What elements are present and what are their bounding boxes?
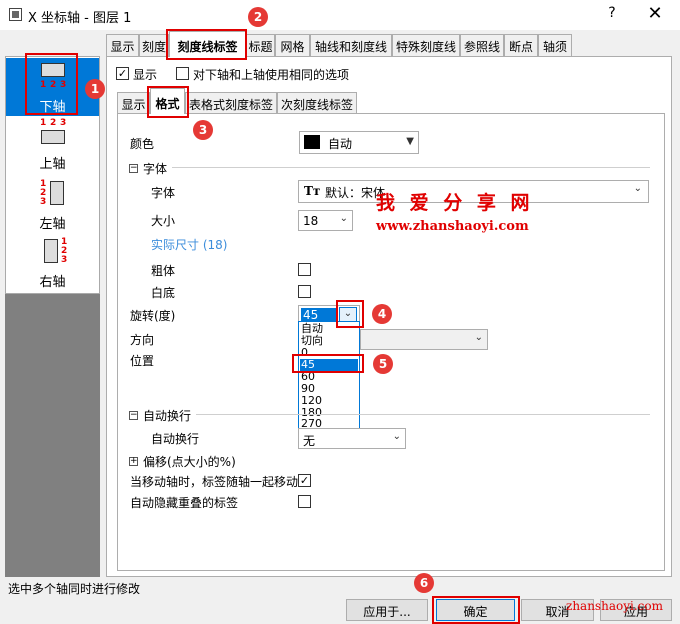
- font-label: 字体: [151, 186, 176, 200]
- move-with-axis-label: 当移动轴时，标签随轴一起移动: [130, 475, 299, 489]
- axis-item-right[interactable]: 1 2 3 右轴: [6, 235, 99, 293]
- tab-axis-line-ticks[interactable]: 轴线和刻度线: [310, 34, 392, 56]
- callout-2: 2: [248, 7, 268, 27]
- tab-grid[interactable]: 网格: [275, 34, 310, 56]
- axis-list-empty-area: [5, 294, 100, 577]
- axis-digit: 1: [40, 118, 47, 128]
- tab-title[interactable]: 标题: [246, 34, 275, 56]
- truetype-icon: Tт: [304, 184, 321, 198]
- tab-reference-lines[interactable]: 参照线: [460, 34, 504, 56]
- direction-label: 方向: [130, 333, 155, 347]
- watermark-url-small: zhanshaoyi.com: [566, 599, 663, 613]
- status-text: 选中多个轴同时进行修改: [8, 582, 141, 596]
- callout-6: 6: [414, 573, 434, 593]
- tab-breaks[interactable]: 断点: [504, 34, 538, 56]
- hide-overlap-checkbox[interactable]: [298, 495, 311, 508]
- highlight-bottom-axis: [25, 53, 78, 115]
- show-label: 显示: [133, 68, 158, 82]
- actual-size-text: 实际尺寸 (18): [151, 238, 228, 252]
- tab-scale[interactable]: 刻度: [139, 34, 169, 56]
- offset-group-label: 偏移(点大小的%): [143, 455, 236, 469]
- axis-item-label: 上轴: [39, 157, 66, 172]
- close-button[interactable]: ✕: [646, 3, 664, 24]
- watermark-url: www.zhanshaoyi.com: [376, 219, 529, 234]
- watermark-title: 我 爱 分 享 网: [376, 192, 534, 214]
- collapse-icon[interactable]: −: [129, 411, 138, 420]
- axis-digit: 3: [61, 255, 68, 265]
- hide-overlap-label: 自动隐藏重叠的标签: [130, 496, 239, 510]
- highlight-tick-labels-tab: [166, 29, 247, 60]
- color-label: 颜色: [130, 137, 155, 151]
- tab-special-ticks[interactable]: 特殊刻度线: [392, 34, 460, 56]
- size-combo[interactable]: 18 ⌄: [298, 210, 353, 231]
- highlight-ok-button: [432, 596, 520, 624]
- tab-rug[interactable]: 轴须: [538, 34, 572, 56]
- subtab-table-labels[interactable]: 表格式刻度标签: [185, 92, 277, 113]
- axis-digit: 3: [60, 118, 67, 128]
- collapse-icon[interactable]: −: [129, 164, 138, 173]
- color-swatch: [304, 135, 320, 149]
- wrap-value: 无: [303, 434, 316, 448]
- white-bg-checkbox[interactable]: [298, 285, 311, 298]
- subtab-minor-labels[interactable]: 次刻度线标签: [277, 92, 357, 113]
- highlight-rotation-dropdown: [336, 300, 364, 328]
- chevron-down-icon: ⌄: [392, 431, 401, 442]
- axis-digit: 2: [50, 118, 57, 128]
- tab-display[interactable]: 显示: [106, 34, 139, 56]
- app-icon: [9, 8, 22, 21]
- expand-icon[interactable]: +: [129, 457, 138, 466]
- callout-3: 3: [193, 120, 213, 140]
- white-bg-label: 白底: [151, 286, 176, 300]
- show-checkbox[interactable]: ✓: [116, 67, 129, 80]
- wrap-label: 自动换行: [151, 432, 200, 446]
- axis-item-left[interactable]: 1 2 3 左轴: [6, 177, 99, 235]
- dropdown-arrow-icon: ▼: [406, 136, 414, 147]
- rotation-option[interactable]: 切向: [300, 335, 358, 347]
- rotation-dropdown-list: 自动 切向 0 45 60 90 120 180 270: [298, 321, 360, 430]
- help-button[interactable]: ?: [604, 5, 620, 21]
- window-title: X 坐标轴 - 图层 1: [28, 11, 132, 26]
- group-divider: [172, 167, 650, 168]
- color-value: 自动: [328, 137, 353, 151]
- subtab-display[interactable]: 显示: [117, 92, 150, 113]
- axis-item-label: 左轴: [39, 217, 66, 232]
- apply-to-button[interactable]: 应用于...: [346, 599, 428, 621]
- same-options-label: 对下轴和上轴使用相同的选项: [193, 68, 350, 82]
- axis-digit: 3: [40, 197, 47, 207]
- bold-label: 粗体: [151, 264, 176, 278]
- axis-item-top[interactable]: 1 2 3 上轴: [6, 117, 99, 175]
- rotation-value: 45: [301, 308, 337, 322]
- axis-item-label: 右轴: [39, 275, 66, 290]
- top-axis-icon: [41, 130, 65, 144]
- group-divider: [196, 414, 650, 415]
- size-label: 大小: [151, 214, 176, 228]
- chevron-down-icon: ⌄: [633, 183, 642, 194]
- chevron-down-icon: ⌄: [339, 213, 348, 224]
- right-axis-icon: [44, 239, 58, 263]
- left-axis-icon: [50, 181, 64, 205]
- same-options-checkbox[interactable]: [176, 67, 189, 80]
- highlight-45-option: [292, 354, 364, 373]
- highlight-format-subtab: [147, 86, 189, 118]
- callout-4: 4: [372, 304, 392, 324]
- callout-1: 1: [85, 79, 105, 99]
- chevron-down-icon: ⌄: [474, 332, 483, 343]
- size-value: 18: [303, 214, 319, 228]
- position-label: 位置: [130, 354, 155, 368]
- title-bar: X 坐标轴 - 图层 1 ? ✕: [0, 0, 680, 30]
- wrap-group-label: 自动换行: [143, 409, 192, 423]
- bold-checkbox[interactable]: [298, 263, 311, 276]
- color-combo[interactable]: 自动 ▼: [299, 131, 419, 154]
- font-group-label: 字体: [143, 162, 168, 176]
- direction-combo[interactable]: ⌄: [360, 329, 488, 350]
- wrap-combo[interactable]: 无 ⌄: [298, 428, 406, 449]
- rotation-label: 旋转(度): [130, 309, 176, 323]
- move-with-axis-checkbox[interactable]: ✓: [298, 474, 311, 487]
- callout-5: 5: [373, 354, 393, 374]
